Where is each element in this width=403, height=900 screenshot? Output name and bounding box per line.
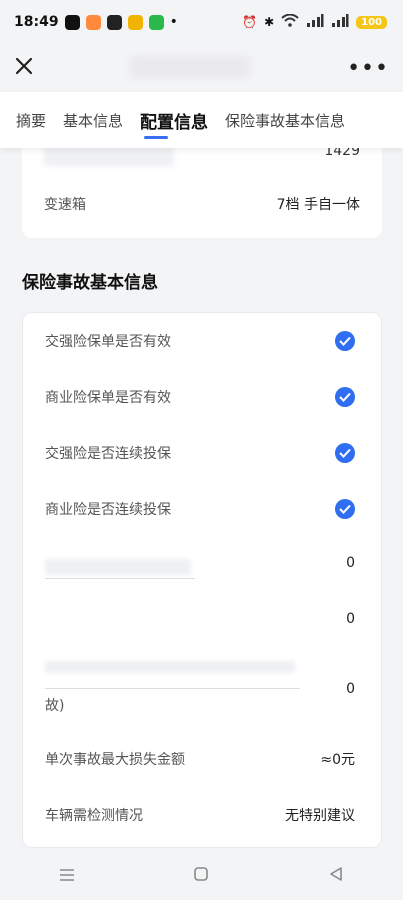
more-options-icon[interactable]: ••• — [347, 56, 389, 81]
list-item: 故) — [45, 695, 355, 715]
app-icon — [106, 14, 122, 30]
home-icon[interactable] — [193, 866, 209, 887]
config-card: 1429 变速箱 7档 手自一体 — [22, 138, 382, 238]
row-label-tail: 故) — [45, 698, 65, 714]
bluetooth-icon: ✱ — [264, 15, 275, 29]
list-item: 交强险是否连续投保 — [45, 443, 355, 463]
list-item: 单次事故最大损失金额 ≈0元 — [45, 749, 355, 769]
list-item: 0 — [45, 555, 355, 571]
row-value: 无特别建议 — [285, 808, 355, 824]
battery-indicator: 100 — [356, 15, 387, 29]
tab-bar: 摘要 基本信息 配置信息 保险事故基本信息 — [0, 92, 403, 148]
app-icon — [127, 14, 143, 30]
notification-dot-icon: • — [169, 14, 178, 30]
list-item: 商业险保单是否有效 — [45, 387, 355, 407]
tab-insurance-info[interactable]: 保险事故基本信息 — [225, 110, 345, 131]
list-item: 0 — [45, 611, 355, 627]
row-label: 商业险保单是否有效 — [45, 390, 171, 406]
wechat-app-icon — [148, 14, 164, 30]
page-title — [130, 56, 250, 78]
transmission-row: 变速箱 7档 手自一体 — [44, 194, 360, 214]
tab-config-info[interactable]: 配置信息 — [140, 108, 208, 139]
alarm-icon: ⏰ — [242, 15, 258, 29]
back-icon[interactable] — [328, 866, 344, 887]
transmission-label: 变速箱 — [44, 197, 86, 213]
row-value: ≈0元 — [320, 752, 355, 768]
list-item: 交强险保单是否有效 — [45, 331, 355, 351]
signal-icon — [306, 14, 324, 30]
nav-bar: ••• — [0, 44, 403, 92]
tiktok-app-icon — [64, 14, 80, 30]
row-label: 商业险是否连续投保 — [45, 502, 171, 518]
close-icon[interactable] — [14, 55, 34, 81]
row-label: 交强险是否连续投保 — [45, 446, 171, 462]
count-value: 0 — [346, 555, 355, 571]
list-item: 商业险是否连续投保 — [45, 499, 355, 519]
status-time: 18:49 — [14, 14, 59, 30]
status-bar: 18:49 • ⏰ ✱ 100 — [0, 0, 403, 44]
tab-summary[interactable]: 摘要 — [16, 110, 46, 131]
tab-basic-info[interactable]: 基本信息 — [63, 110, 123, 131]
row-label: 车辆需检测情况 — [45, 808, 143, 824]
check-icon — [335, 387, 355, 407]
blurred-label — [45, 661, 295, 673]
row-label: 交强险保单是否有效 — [45, 334, 171, 350]
section-title: 保险事故基本信息 — [22, 273, 158, 293]
app-icon — [85, 14, 101, 30]
list-item: 车辆需检测情况 无特别建议 — [45, 805, 355, 825]
wifi-icon — [281, 13, 299, 30]
check-icon — [335, 331, 355, 351]
insurance-card: 交强险保单是否有效 商业险保单是否有效 交强险是否连续投保 商业险是否连续投保 … — [22, 312, 382, 848]
menu-icon[interactable] — [59, 866, 75, 887]
transmission-value: 7档 手自一体 — [276, 197, 360, 213]
row-label: 单次事故最大损失金额 — [45, 752, 185, 768]
check-icon — [335, 499, 355, 519]
system-nav-bar — [0, 852, 403, 900]
signal-icon — [331, 14, 349, 30]
divider — [45, 578, 195, 579]
count-value: 0 — [346, 611, 355, 627]
check-icon — [335, 443, 355, 463]
